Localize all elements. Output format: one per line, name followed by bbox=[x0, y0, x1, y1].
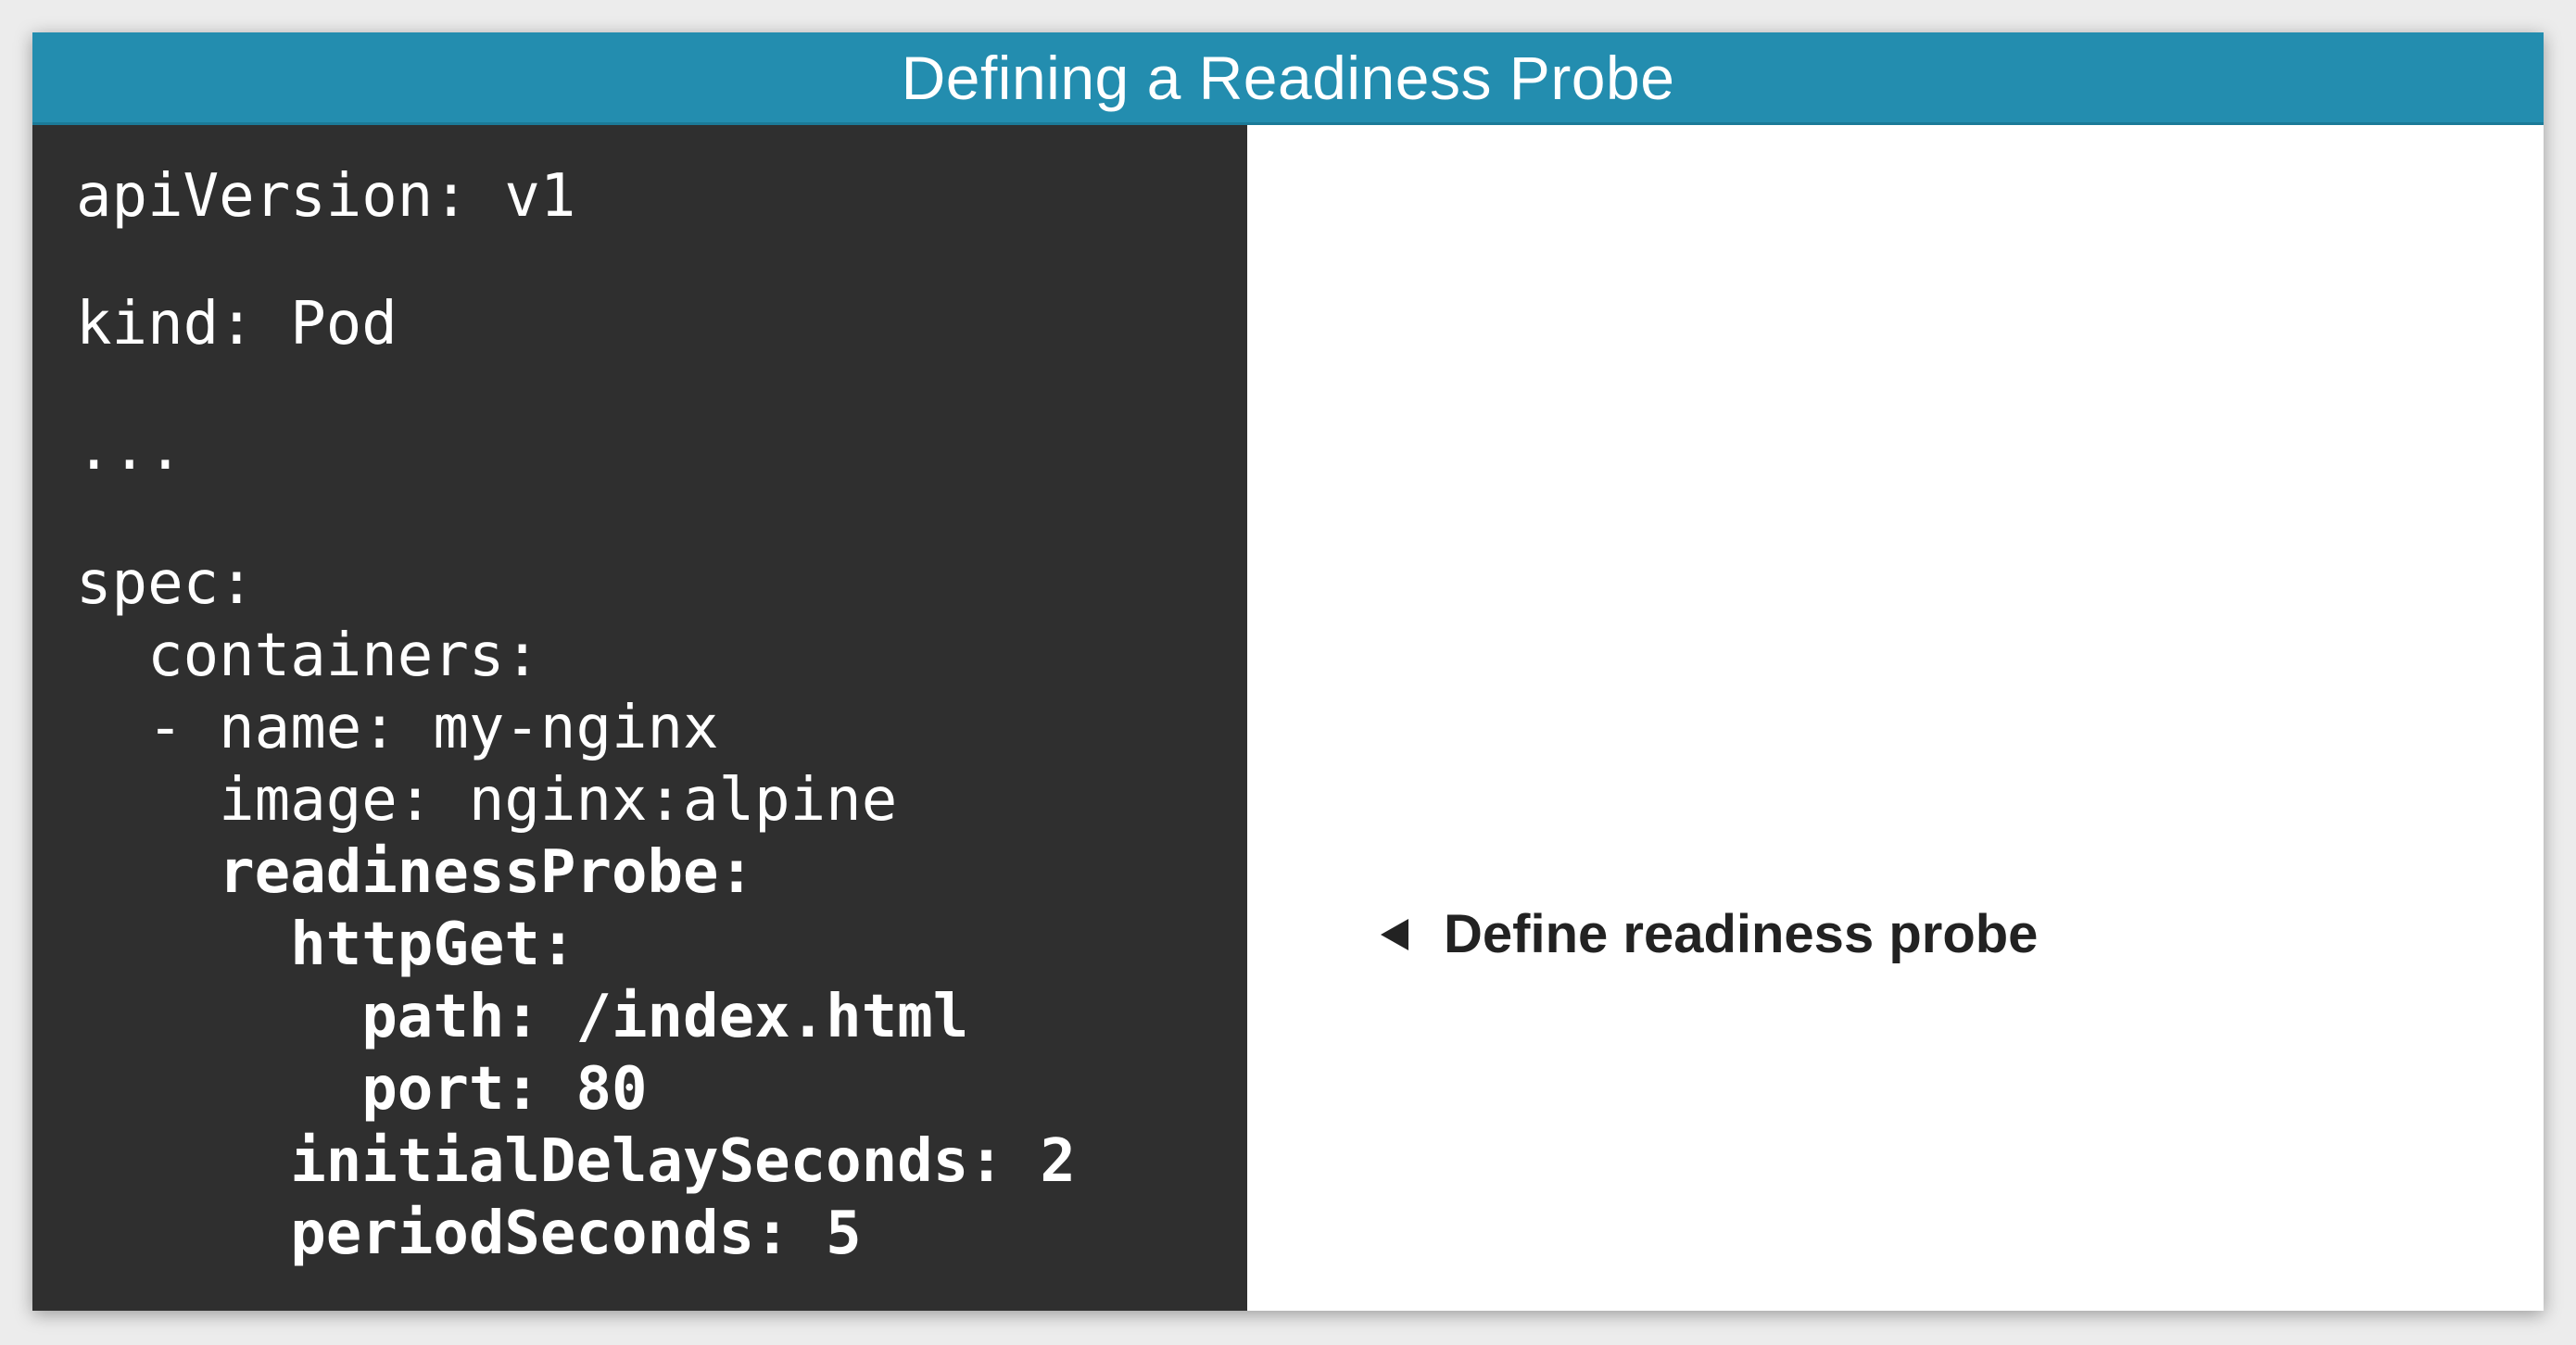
code-line-ellipsis: ... bbox=[76, 415, 183, 484]
code-line-initial-delay: initialDelaySeconds: 2 bbox=[76, 1127, 1076, 1196]
annotation-text: Define readiness probe bbox=[1444, 904, 2039, 964]
slide-title: Defining a Readiness Probe bbox=[901, 43, 1675, 112]
left-triangle-arrow-icon bbox=[1381, 918, 1408, 950]
slide-window: Defining a Readiness Probe apiVersion: v… bbox=[32, 32, 2544, 1311]
code-line-name: - name: my-nginx bbox=[76, 694, 719, 762]
code-line-path: path: /index.html bbox=[76, 983, 969, 1051]
code-line-http-get: httpGet: bbox=[76, 911, 576, 979]
code-panel: apiVersion: v1 kind: Pod ... spec: conta… bbox=[32, 125, 1247, 1311]
annotation-panel: Define readiness probe bbox=[1247, 125, 2544, 1311]
code-line-port: port: 80 bbox=[76, 1055, 648, 1124]
annotation: Define readiness probe bbox=[1381, 903, 2038, 965]
code-line-readiness-probe: readinessProbe: bbox=[76, 838, 755, 907]
code-line-containers: containers: bbox=[76, 622, 540, 690]
code-line-kind: kind: Pod bbox=[76, 290, 398, 358]
code-line-api-version: apiVersion: v1 bbox=[76, 162, 576, 231]
code-line-period-seconds: periodSeconds: 5 bbox=[76, 1200, 862, 1268]
code-line-spec: spec: bbox=[76, 549, 255, 618]
code-line-image: image: nginx:alpine bbox=[76, 766, 898, 835]
title-bar: Defining a Readiness Probe bbox=[32, 32, 2544, 125]
